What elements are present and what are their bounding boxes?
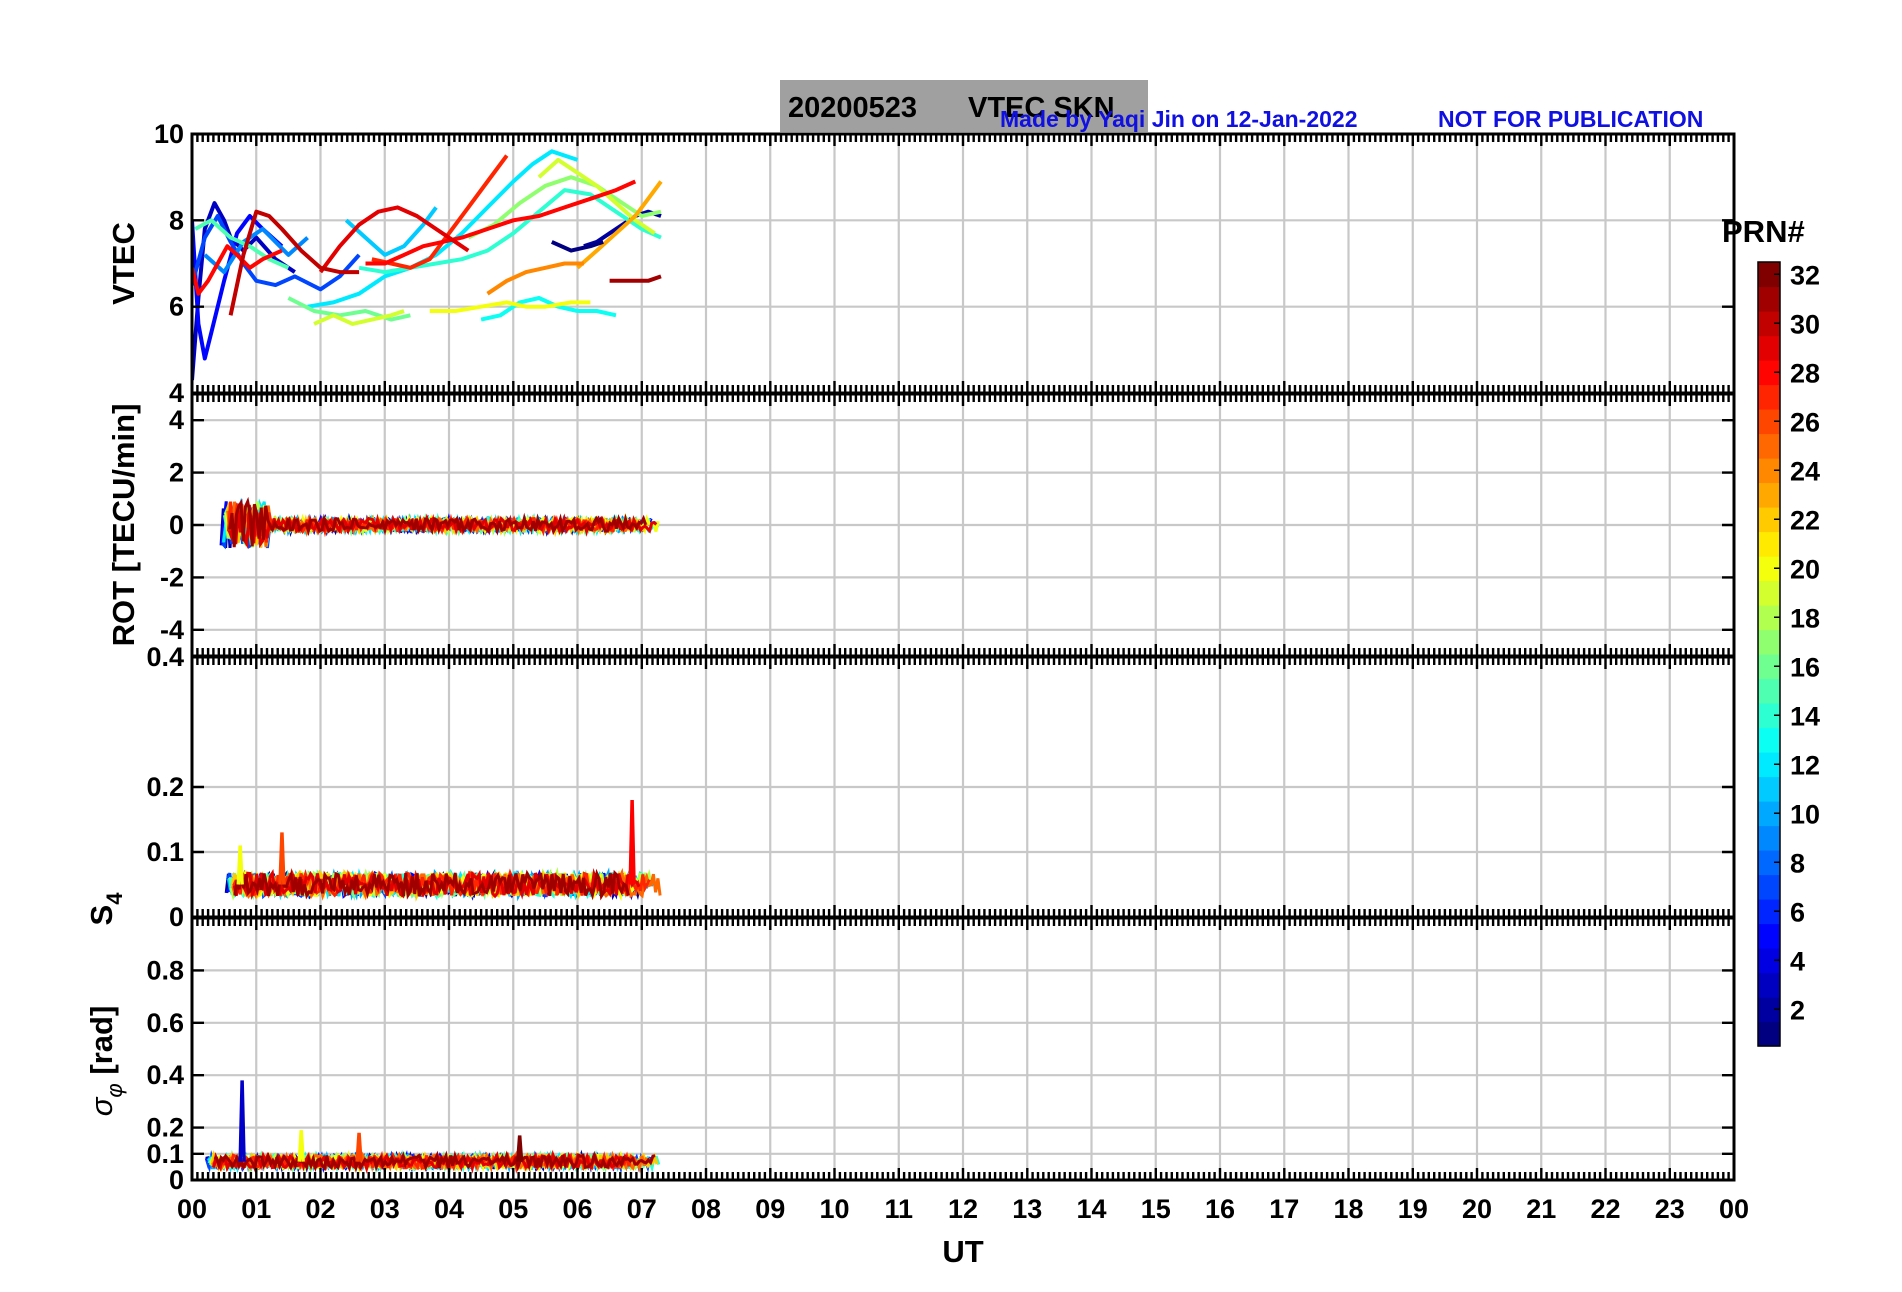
colorbar-tick-label: 32 <box>1790 260 1820 290</box>
y-axis-label-vtec: VTEC <box>106 222 141 305</box>
colorbar-segment <box>1758 678 1780 704</box>
y-tick-label: 4 <box>169 405 184 435</box>
colorbar-tick-label: 12 <box>1790 750 1820 780</box>
x-tick-label: 17 <box>1269 1194 1299 1224</box>
x-tick-label: 10 <box>819 1194 849 1224</box>
colorbar-tick-label: 4 <box>1790 946 1805 976</box>
x-tick-label: 09 <box>755 1194 785 1224</box>
y-tick-label: 0 <box>169 902 184 932</box>
y-tick-label: 10 <box>154 119 184 149</box>
x-axis-label: UT <box>942 1234 983 1269</box>
title-date: 20200523 <box>788 92 917 124</box>
x-tick-label: 07 <box>627 1194 657 1224</box>
colorbar-tick-label: 8 <box>1790 848 1805 878</box>
colorbar-segment <box>1758 776 1780 802</box>
x-tick-label: 16 <box>1205 1194 1235 1224</box>
y-tick-label: 0.1 <box>146 1139 184 1169</box>
colorbar-tick-label: 30 <box>1790 309 1820 339</box>
colorbar-segment <box>1758 727 1780 753</box>
x-tick-label: 22 <box>1590 1194 1620 1224</box>
colorbar-segment <box>1758 874 1780 900</box>
credit-text: Made by Yaqi Jin on 12-Jan-2022 <box>1000 106 1358 132</box>
y-tick-label: 0.1 <box>146 837 184 867</box>
colorbar-tick-label: 24 <box>1790 456 1820 486</box>
y-tick-label: 8 <box>169 205 184 235</box>
figure: 20200523 VTEC SKN Made by Yaqi Jin on 12… <box>0 0 1902 1292</box>
x-tick-label: 01 <box>241 1194 271 1224</box>
colorbar-tick-label: 6 <box>1790 897 1805 927</box>
spike <box>236 845 244 885</box>
colorbar-segment <box>1758 825 1780 851</box>
x-tick-label: 02 <box>305 1194 335 1224</box>
x-tick-label: 08 <box>691 1194 721 1224</box>
spike <box>628 799 636 885</box>
x-tick-label: 13 <box>1012 1194 1042 1224</box>
y-tick-label: 0.6 <box>146 1008 184 1038</box>
colorbar-segment <box>1758 923 1780 949</box>
y-tick-label: 0.4 <box>146 642 184 672</box>
colorbar-tick-label: 20 <box>1790 554 1820 584</box>
x-tick-label: 18 <box>1333 1194 1363 1224</box>
x-tick-label: 00 <box>177 1194 207 1224</box>
y-axis-label-rot: ROT [TECU/min] <box>106 404 141 647</box>
colorbar-tick-label: 18 <box>1790 603 1820 633</box>
colorbar-tick-label: 14 <box>1790 701 1820 731</box>
colorbar-tick-label: 28 <box>1790 358 1820 388</box>
y-tick-label: 0.2 <box>146 772 184 802</box>
colorbar-tick-label: 26 <box>1790 407 1820 437</box>
spike <box>238 1080 246 1162</box>
y-tick-label: 0 <box>169 1165 184 1195</box>
y-tick-label: 2 <box>169 458 184 488</box>
notice-text: NOT FOR PUBLICATION <box>1438 106 1703 132</box>
colorbar-segment <box>1758 972 1780 998</box>
x-tick-label: 14 <box>1076 1194 1106 1224</box>
spike <box>297 1130 305 1162</box>
colorbar-segment <box>1758 531 1780 557</box>
x-tick-label: 19 <box>1398 1194 1428 1224</box>
colorbar-tick-label: 22 <box>1790 505 1820 535</box>
y-tick-label: 0.2 <box>146 1113 184 1143</box>
colorbar-segment <box>1758 384 1780 410</box>
spike <box>278 832 286 885</box>
y-tick-label: 0.4 <box>146 1060 184 1090</box>
y-tick-label: 6 <box>169 292 184 322</box>
y-tick-label: 4 <box>169 378 184 408</box>
colorbar-segment <box>1758 335 1780 361</box>
x-tick-label: 05 <box>498 1194 528 1224</box>
colorbar-segment <box>1758 1021 1780 1047</box>
x-tick-label: 20 <box>1462 1194 1492 1224</box>
x-tick-label: 00 <box>1719 1194 1749 1224</box>
colorbar-tick-label: 16 <box>1790 652 1820 682</box>
colorbar-segment <box>1758 580 1780 606</box>
colorbar-label: PRN# <box>1722 214 1805 249</box>
colorbar-tick-label: 2 <box>1790 995 1805 1025</box>
x-tick-label: 21 <box>1526 1194 1556 1224</box>
x-tick-label: 04 <box>434 1194 464 1224</box>
x-tick-label: 03 <box>370 1194 400 1224</box>
spike <box>516 1135 524 1162</box>
colorbar-tick-label: 10 <box>1790 799 1820 829</box>
colorbar-segment <box>1758 286 1780 312</box>
x-tick-label: 23 <box>1655 1194 1685 1224</box>
y-tick-label: -4 <box>160 615 184 645</box>
colorbar-segment <box>1758 482 1780 508</box>
x-tick-label: 11 <box>884 1194 913 1224</box>
x-tick-label: 15 <box>1141 1194 1171 1224</box>
spike <box>355 1132 363 1162</box>
y-tick-label: 0 <box>169 510 184 540</box>
colorbar-segment <box>1758 433 1780 459</box>
y-tick-label: -2 <box>160 562 184 592</box>
y-tick-label: 0.8 <box>146 955 184 985</box>
x-tick-label: 12 <box>948 1194 978 1224</box>
colorbar-segment <box>1758 629 1780 655</box>
x-tick-label: 06 <box>562 1194 592 1224</box>
